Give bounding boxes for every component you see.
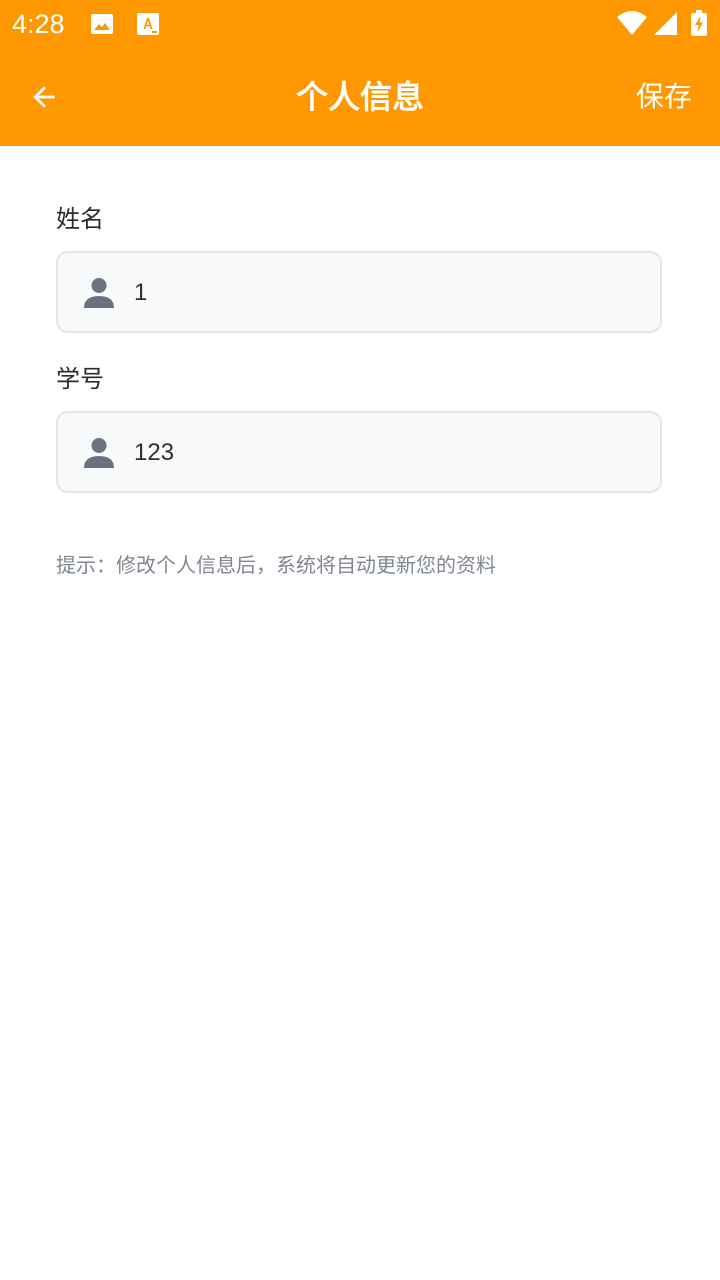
hint-text: 提示：修改个人信息后，系统将自动更新您的资料 xyxy=(56,553,496,577)
status-time: 4:28 xyxy=(12,9,65,39)
name-field[interactable]: 1 xyxy=(56,251,662,333)
back-button[interactable] xyxy=(20,73,68,121)
image-icon xyxy=(91,14,113,34)
battery-charging-icon xyxy=(691,10,707,36)
save-button[interactable]: 保存 xyxy=(636,78,692,116)
top-bar: 4:28 个人信息 保存 xyxy=(0,0,720,146)
page-title: 个人信息 xyxy=(295,78,424,116)
text-a-icon xyxy=(137,13,159,35)
person-icon xyxy=(84,438,114,468)
wifi-icon xyxy=(617,11,647,35)
student-id-field[interactable]: 123 xyxy=(56,411,662,493)
arrow-left-icon xyxy=(33,86,55,108)
signal-icon xyxy=(654,12,677,35)
name-value: 1 xyxy=(134,279,148,306)
student-id-label: 学号 xyxy=(56,365,104,393)
name-label: 姓名 xyxy=(56,205,104,233)
student-id-value: 123 xyxy=(134,439,175,466)
person-icon xyxy=(84,278,114,308)
app-bar: 个人信息 保存 xyxy=(0,48,720,146)
status-bar: 4:28 xyxy=(0,0,720,48)
